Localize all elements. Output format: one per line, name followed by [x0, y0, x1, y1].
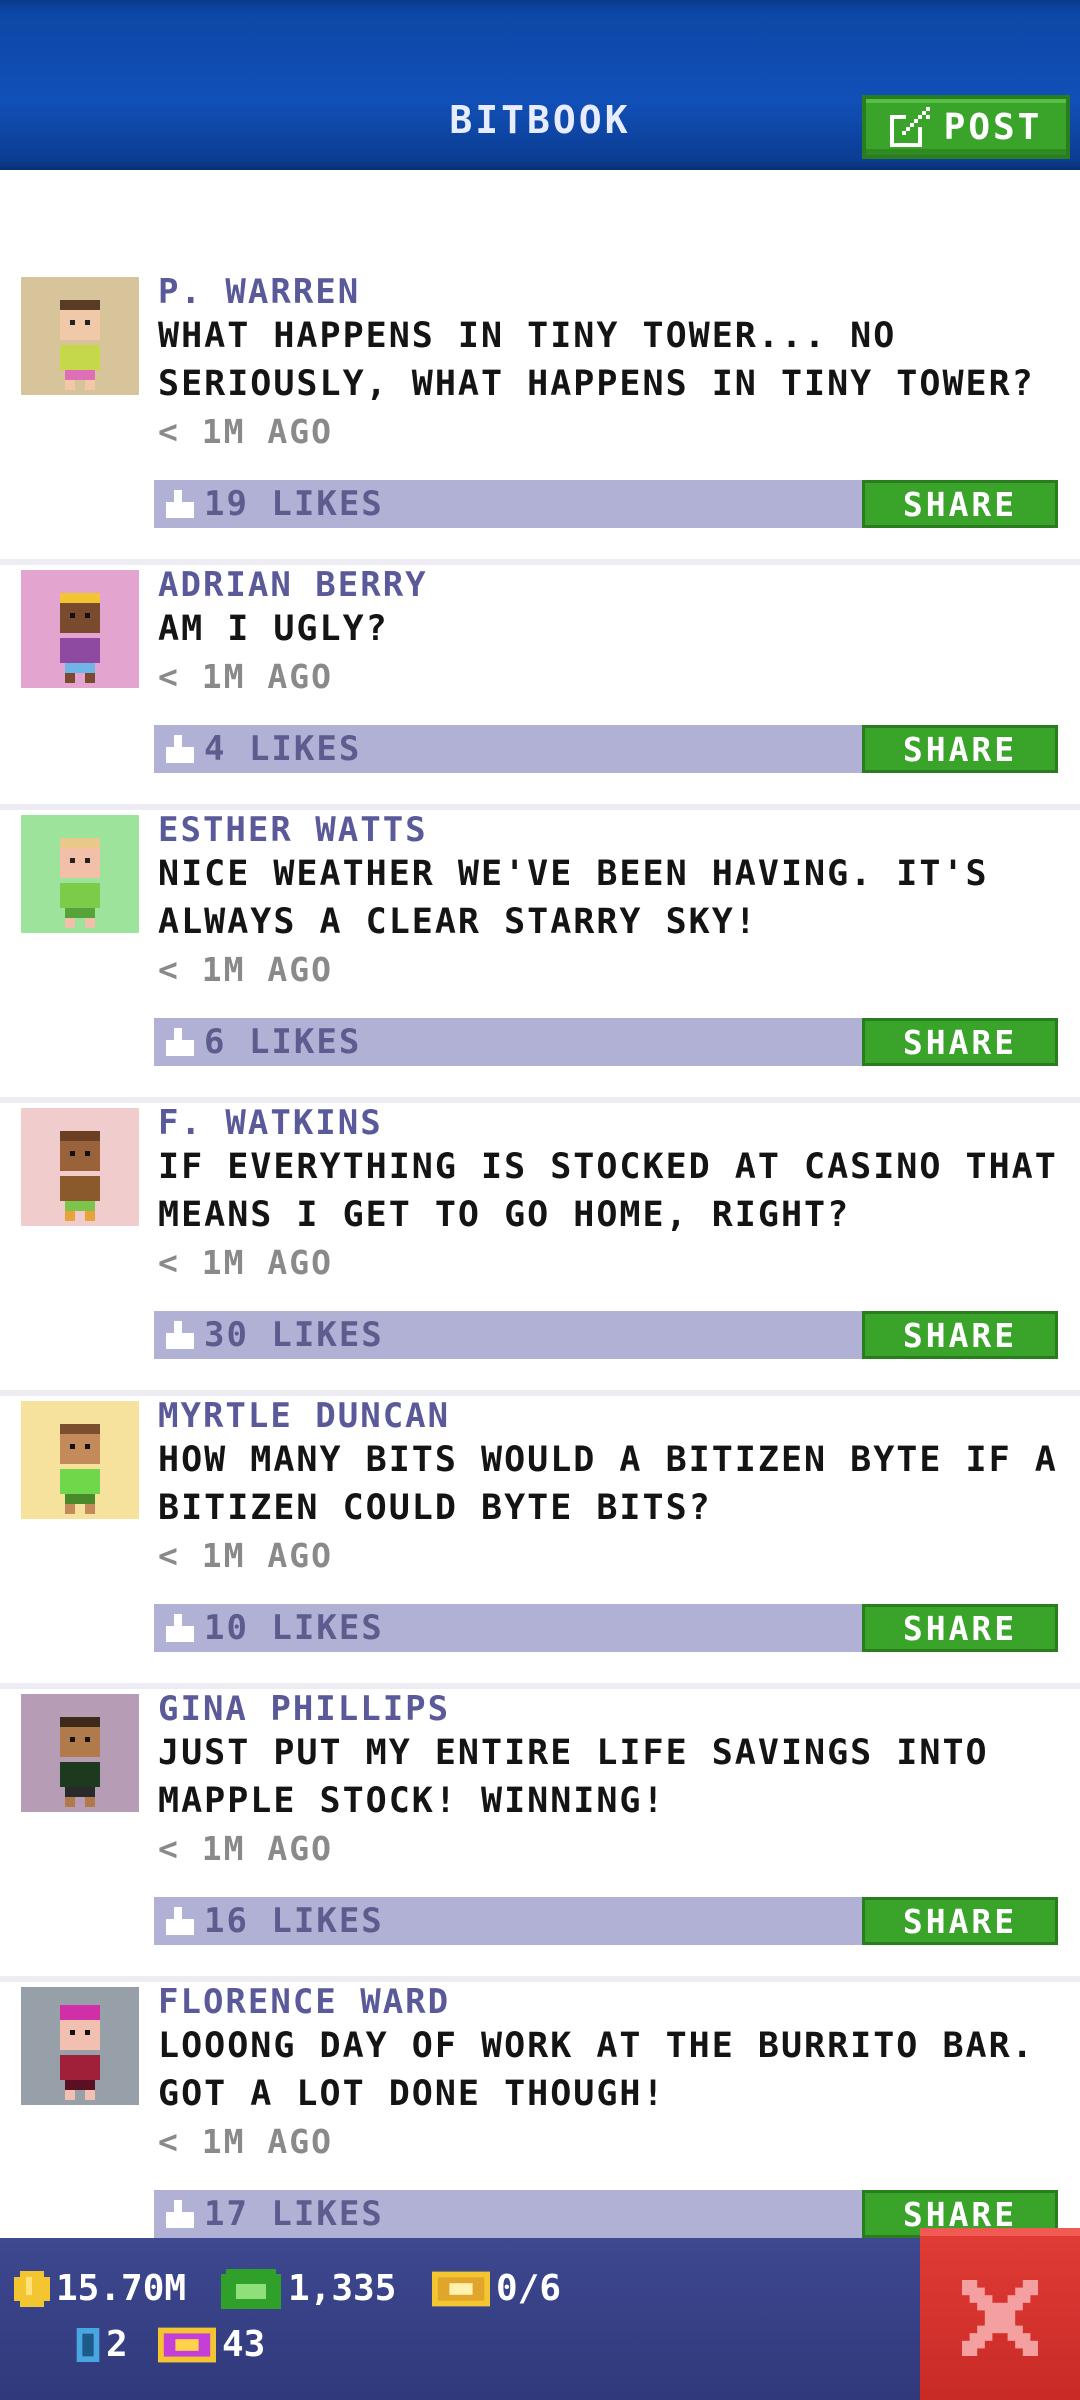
post-time: < 1M AGO [158, 412, 333, 451]
thumbs-up-icon [166, 1907, 194, 1935]
likes-count: 6 LIKES [204, 1022, 362, 1062]
likes-count: 30 LIKES [204, 1315, 384, 1355]
avatar [21, 815, 139, 933]
post-message: IF EVERYTHING IS STOCKED AT CASINO THAT … [158, 1147, 1058, 1235]
post-time: < 1M AGO [158, 950, 333, 989]
thumbs-up-icon [166, 1614, 194, 1642]
thumbs-up-icon [166, 1028, 194, 1056]
post-message: WHAT HAPPENS IN TINY TOWER... NO SERIOUS… [158, 316, 1035, 404]
post-message: JUST PUT MY ENTIRE LIFE SAVINGS INTO MAP… [158, 1733, 989, 1821]
post-author[interactable]: ESTHER WATTS [158, 810, 428, 850]
post-author[interactable]: MYRTLE DUNCAN [158, 1396, 450, 1436]
post-author[interactable]: F. WATKINS [158, 1103, 383, 1143]
likes-count: 16 LIKES [204, 1901, 384, 1941]
avatar [21, 1987, 139, 2105]
vip-value: 0/6 [496, 2268, 562, 2309]
like-bar[interactable]: 6 LIKES [154, 1018, 864, 1066]
likes-count: 10 LIKES [204, 1608, 384, 1648]
elevator-icon [76, 2327, 100, 2362]
feed-list[interactable]: P. WARREN WHAT HAPPENS IN TINY TOWER... … [0, 170, 1080, 2240]
likes-count: 19 LIKES [204, 484, 384, 524]
share-button[interactable]: SHARE [862, 1897, 1058, 1945]
coins-value: 15.70M [56, 2268, 187, 2309]
post-item: FLORENCE WARD LOOONG DAY OF WORK AT THE … [0, 1982, 1080, 2240]
like-bar[interactable]: 19 LIKES [154, 480, 864, 528]
like-bar[interactable]: 10 LIKES [154, 1604, 864, 1652]
post-author[interactable]: GINA PHILLIPS [158, 1689, 450, 1729]
like-bar[interactable]: 4 LIKES [154, 725, 864, 773]
post-message: NICE WEATHER WE'VE BEEN HAVING. IT'S ALW… [158, 854, 989, 942]
post-author[interactable]: P. WARREN [158, 272, 360, 312]
header-bar: BITBOOK POST [0, 0, 1080, 170]
bux-icon [221, 2268, 281, 2309]
elevator-value: 2 [106, 2324, 128, 2365]
post-time: < 1M AGO [158, 657, 333, 696]
like-bar[interactable]: 30 LIKES [154, 1311, 864, 1359]
post-button-label: POST [943, 106, 1043, 148]
post-item: MYRTLE DUNCAN HOW MANY BITS WOULD A BITI… [0, 1396, 1080, 1689]
post-item: ADRIAN BERRY AM I UGLY? < 1M AGO 4 LIKES… [0, 565, 1080, 810]
tickets-stat: 43 [158, 2324, 265, 2365]
close-button[interactable] [920, 2228, 1080, 2400]
bux-stat: 1,335 [220, 2268, 396, 2309]
coin-icon [14, 2270, 50, 2307]
post-time: < 1M AGO [158, 1243, 333, 1282]
likes-count: 17 LIKES [204, 2194, 384, 2234]
avatar [21, 1108, 139, 1226]
vip-ticket-icon [432, 2271, 490, 2306]
bux-value: 1,335 [288, 2268, 397, 2309]
post-author[interactable]: ADRIAN BERRY [158, 565, 428, 605]
avatar [21, 570, 139, 688]
post-time: < 1M AGO [158, 2122, 333, 2161]
share-button[interactable]: SHARE [862, 1311, 1058, 1359]
likes-count: 4 LIKES [204, 729, 362, 769]
avatar [21, 1401, 139, 1519]
thumbs-up-icon [166, 735, 194, 763]
edit-icon [889, 107, 930, 147]
share-button[interactable]: SHARE [862, 1018, 1058, 1066]
post-time: < 1M AGO [158, 1829, 333, 1868]
status-bar: 15.70M 1,335 0/6 2 43 [0, 2238, 1080, 2400]
elevator-stat: 2 [76, 2324, 128, 2365]
thumbs-up-icon [166, 1321, 194, 1349]
share-button[interactable]: SHARE [862, 725, 1058, 773]
post-item: ESTHER WATTS NICE WEATHER WE'VE BEEN HAV… [0, 810, 1080, 1103]
vip-stat: 0/6 [432, 2268, 561, 2309]
tickets-value: 43 [222, 2324, 266, 2365]
post-message: LOOONG DAY OF WORK AT THE BURRITO BAR. G… [158, 2026, 1035, 2114]
coins-stat: 15.70M [14, 2268, 186, 2309]
post-message: HOW MANY BITS WOULD A BITIZEN BYTE IF A … [158, 1440, 1058, 1528]
post-item: F. WATKINS IF EVERYTHING IS STOCKED AT C… [0, 1103, 1080, 1396]
thumbs-up-icon [166, 490, 194, 518]
like-bar[interactable]: 17 LIKES [154, 2190, 864, 2238]
golden-ticket-icon [158, 2327, 216, 2362]
thumbs-up-icon [166, 2200, 194, 2228]
post-message: AM I UGLY? [158, 609, 389, 649]
post-time: < 1M AGO [158, 1536, 333, 1575]
post-item: GINA PHILLIPS JUST PUT MY ENTIRE LIFE SA… [0, 1689, 1080, 1982]
close-icon [962, 2280, 1038, 2356]
avatar [21, 277, 139, 395]
post-author[interactable]: FLORENCE WARD [158, 1982, 450, 2022]
share-button[interactable]: SHARE [862, 1604, 1058, 1652]
avatar [21, 1694, 139, 1812]
post-item: P. WARREN WHAT HAPPENS IN TINY TOWER... … [0, 272, 1080, 565]
like-bar[interactable]: 16 LIKES [154, 1897, 864, 1945]
post-button[interactable]: POST [862, 95, 1070, 159]
share-button[interactable]: SHARE [862, 480, 1058, 528]
